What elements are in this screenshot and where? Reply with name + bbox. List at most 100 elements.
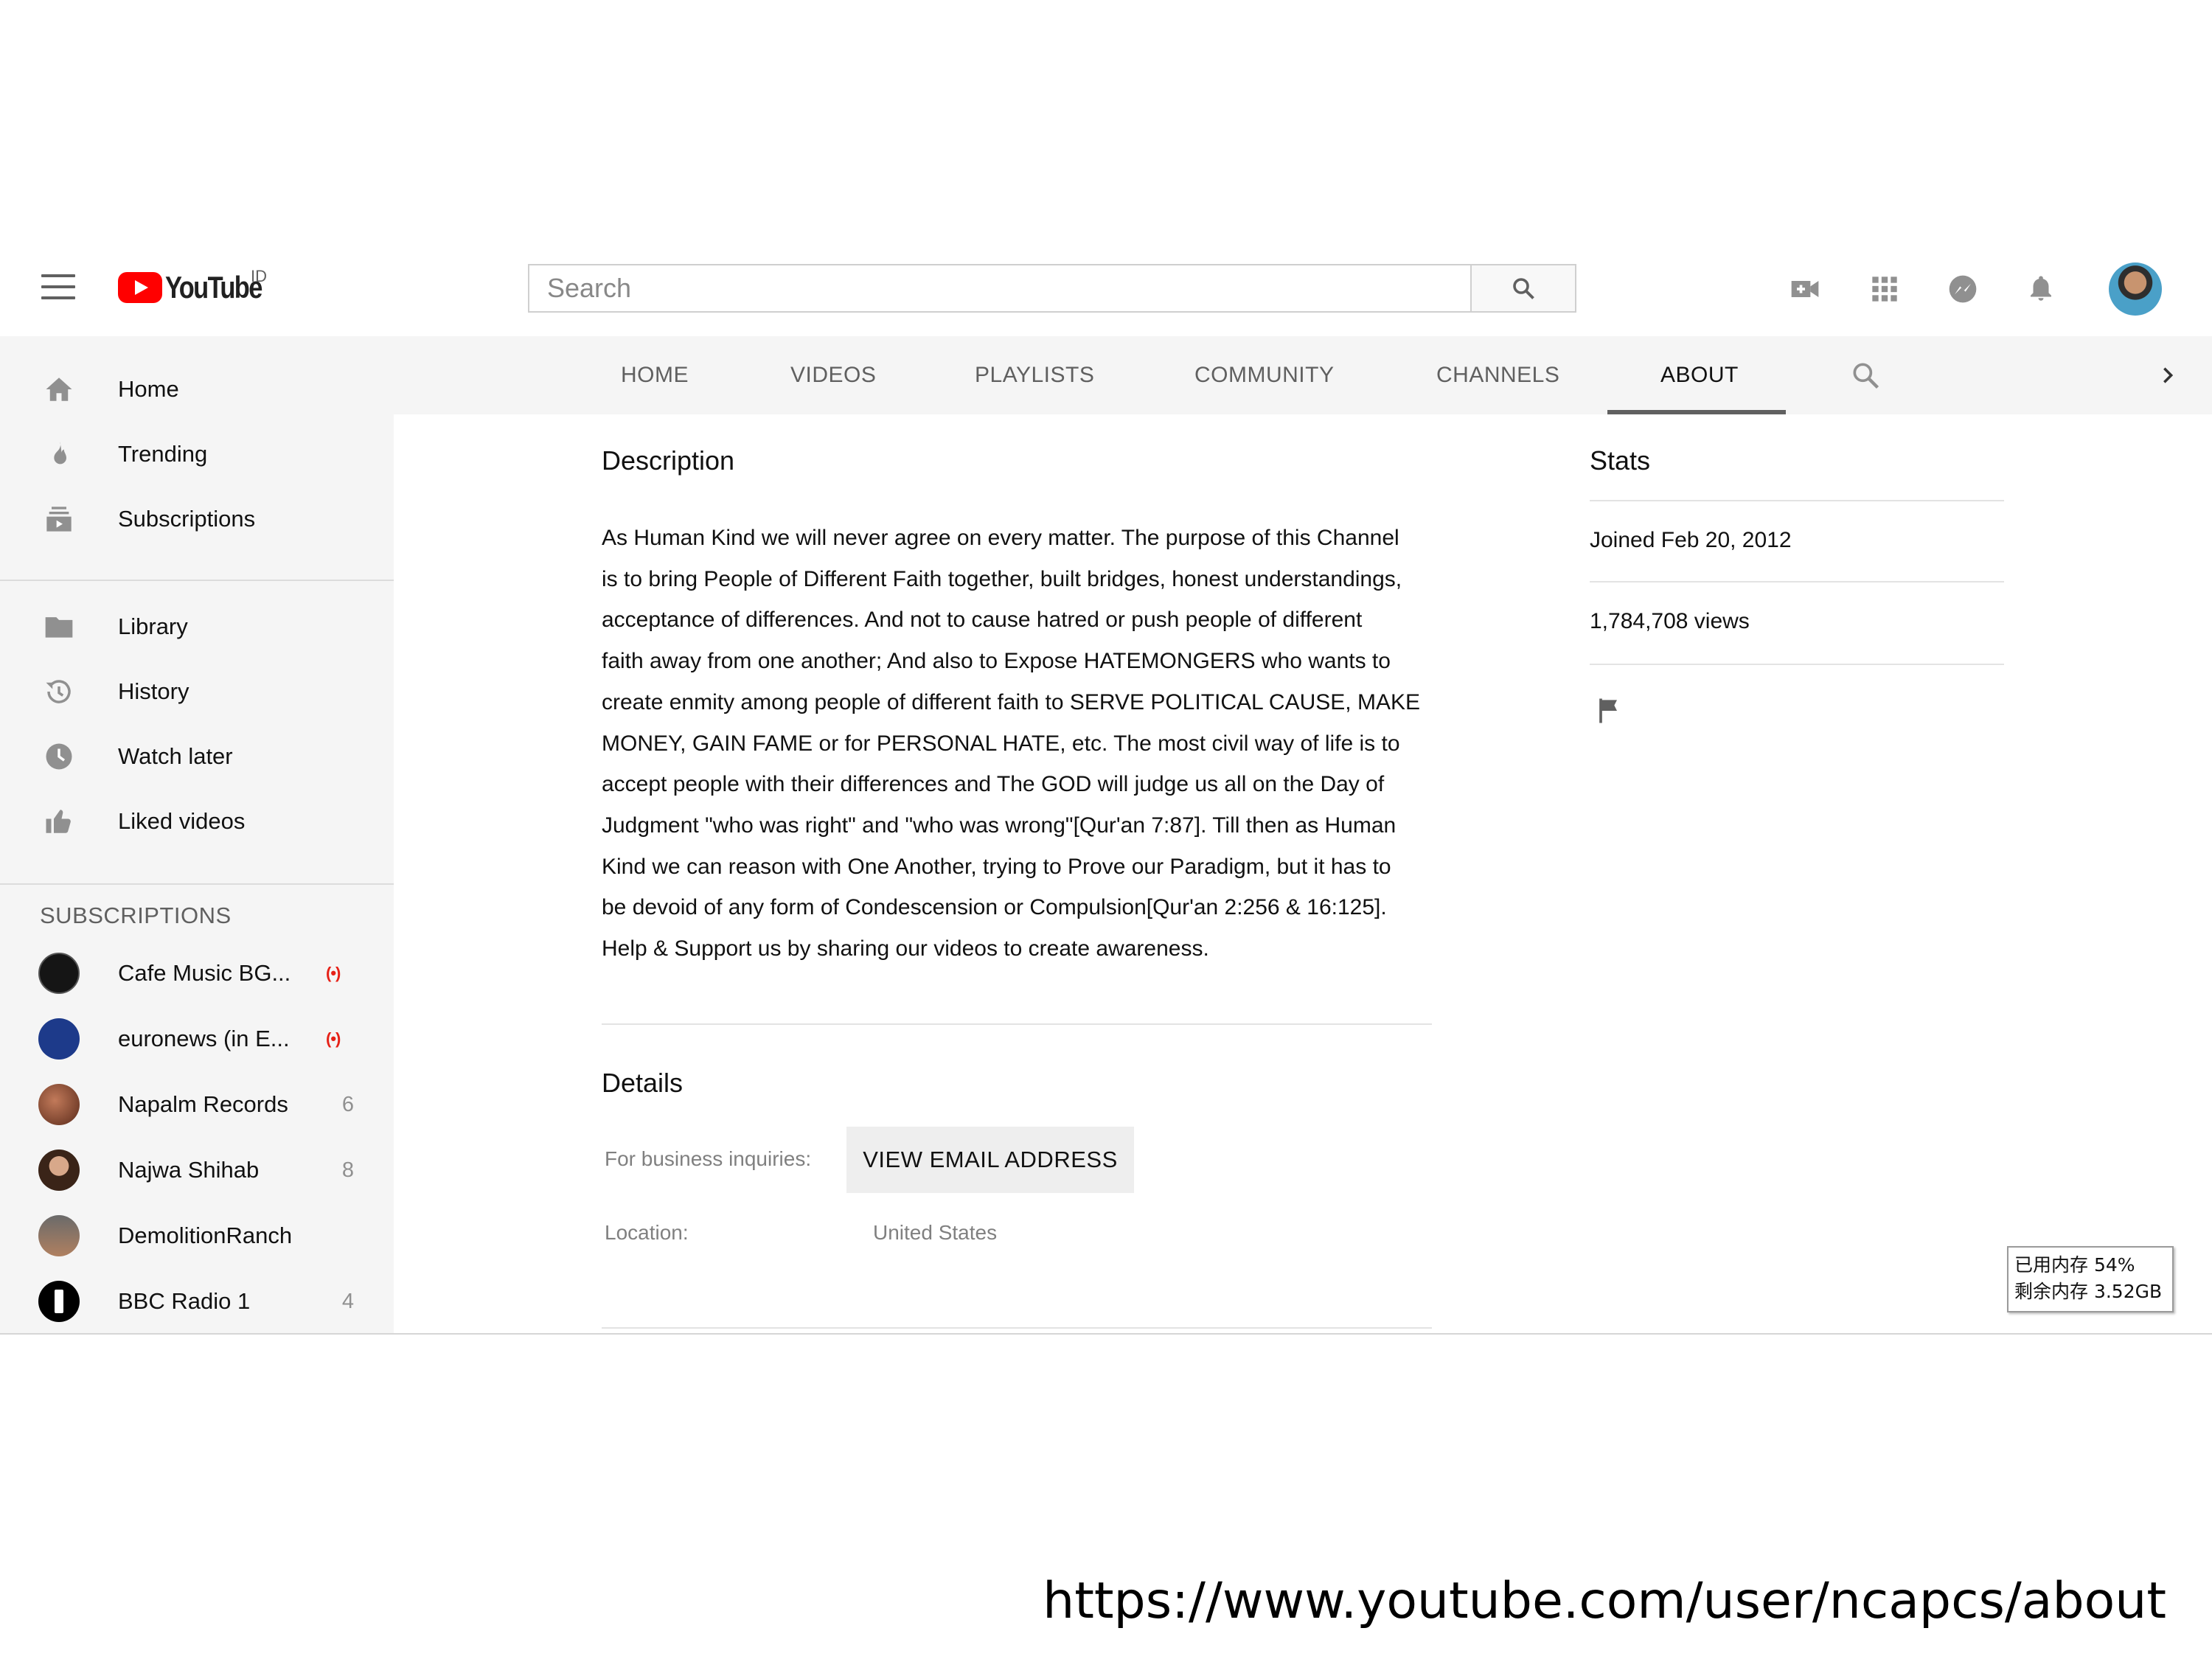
subscriptions-icon bbox=[41, 501, 77, 537]
new-videos-count: 6 bbox=[341, 1092, 354, 1116]
thumbs-up-icon bbox=[41, 804, 77, 839]
clock-icon bbox=[41, 739, 77, 774]
subscription-item[interactable]: BBC Radio 1 4 bbox=[0, 1269, 394, 1333]
sidebar-divider bbox=[0, 883, 394, 885]
sidebar-divider bbox=[0, 580, 394, 581]
search-icon bbox=[1513, 278, 1534, 299]
description-line: As Human Kind we will never agree on eve… bbox=[602, 526, 1399, 550]
youtube-logo[interactable]: YouTube ID bbox=[118, 267, 282, 307]
folder-icon bbox=[41, 609, 77, 644]
section-divider bbox=[602, 1327, 1432, 1329]
subscriptions-heading: SUBSCRIPTIONS bbox=[40, 902, 232, 928]
description-line: is to bring People of Different Faith to… bbox=[602, 566, 1402, 591]
tab-videos[interactable]: VIDEOS bbox=[790, 336, 876, 414]
home-icon bbox=[41, 372, 77, 407]
subscription-label: Napalm Records bbox=[118, 1091, 288, 1117]
description-line: faith away from one another; And also to… bbox=[602, 649, 1391, 674]
tab-playlists[interactable]: PLAYLISTS bbox=[975, 336, 1094, 414]
sidebar-item-watch-later[interactable]: Watch later bbox=[0, 724, 394, 789]
search-input[interactable] bbox=[546, 272, 1433, 305]
sidebar-item-label: Watch later bbox=[118, 743, 233, 769]
channel-description: As Human Kind we will never agree on eve… bbox=[602, 518, 1442, 970]
flame-icon bbox=[41, 437, 77, 472]
description-line: accept people with their differences and… bbox=[602, 772, 1385, 797]
sidebar-item-home[interactable]: Home bbox=[0, 357, 394, 422]
account-avatar[interactable] bbox=[2109, 262, 2162, 316]
sidebar-item-label: Trending bbox=[118, 441, 208, 467]
details-heading: Details bbox=[602, 1068, 684, 1098]
new-videos-count: 8 bbox=[341, 1158, 354, 1182]
apps-icon[interactable] bbox=[1864, 268, 1905, 310]
section-divider bbox=[602, 1023, 1432, 1025]
stats-divider bbox=[1590, 500, 2004, 501]
menu-icon[interactable] bbox=[41, 274, 75, 299]
sidebar-item-subscriptions[interactable]: Subscriptions bbox=[0, 487, 394, 552]
subscription-item[interactable]: Najwa Shihab 8 bbox=[0, 1138, 394, 1203]
sidebar-item-library[interactable]: Library bbox=[0, 594, 394, 659]
masthead: YouTube ID bbox=[0, 237, 2212, 336]
location-label: Location: bbox=[605, 1221, 689, 1244]
sidebar-item-label: Subscriptions bbox=[118, 506, 256, 532]
notifications-icon[interactable] bbox=[2020, 268, 2062, 310]
sidebar-item-label: Liked videos bbox=[118, 808, 246, 834]
logo-text: YouTube bbox=[165, 270, 262, 305]
subscription-label: Cafe Music BG... bbox=[118, 960, 291, 986]
subscription-item[interactable]: euronews (in E... (•) bbox=[0, 1006, 394, 1071]
live-icon: (•) bbox=[326, 964, 341, 982]
tab-channels[interactable]: CHANNELS bbox=[1436, 336, 1559, 414]
view-email-button[interactable]: VIEW EMAIL ADDRESS bbox=[846, 1127, 1134, 1193]
channel-avatar bbox=[38, 953, 80, 994]
tab-about[interactable]: ABOUT bbox=[1660, 336, 1739, 414]
report-flag-icon[interactable] bbox=[1593, 695, 1625, 727]
sidebar-item-label: Library bbox=[118, 613, 188, 639]
memory-used: 已用内存 54% bbox=[2014, 1254, 2135, 1276]
new-videos-count: 4 bbox=[341, 1289, 354, 1313]
description-line: be devoid of any form of Condescension o… bbox=[602, 895, 1387, 920]
youtube-play-icon bbox=[118, 272, 162, 303]
stats-divider bbox=[1590, 664, 2004, 665]
sidebar-item-history[interactable]: History bbox=[0, 659, 394, 724]
live-icon: (•) bbox=[326, 1029, 341, 1048]
description-line: Help & Support us by sharing our videos … bbox=[602, 936, 1209, 961]
subscription-label: Najwa Shihab bbox=[118, 1157, 260, 1183]
memory-usage-widget: 已用内存 54% 剩余内存 3.52GB bbox=[2007, 1246, 2174, 1312]
create-video-icon[interactable] bbox=[1784, 268, 1826, 310]
channel-avatar bbox=[38, 1150, 80, 1191]
search-button[interactable] bbox=[1470, 264, 1576, 313]
location-value: United States bbox=[873, 1221, 998, 1244]
subscription-label: DemolitionRanch bbox=[118, 1222, 293, 1248]
tab-home[interactable]: HOME bbox=[621, 336, 689, 414]
stats-heading: Stats bbox=[1590, 445, 1651, 476]
search-box bbox=[528, 264, 1470, 313]
description-line: acceptance of differences. And not to ca… bbox=[602, 608, 1363, 633]
sidebar-item-trending[interactable]: Trending bbox=[0, 422, 394, 487]
subscription-label: BBC Radio 1 bbox=[118, 1288, 251, 1314]
channel-search-icon[interactable] bbox=[1843, 336, 1888, 414]
sidebar-item-label: Home bbox=[118, 376, 179, 402]
bbc-radio1-logo bbox=[38, 1281, 80, 1322]
subscription-label: euronews (in E... bbox=[118, 1026, 290, 1051]
subscription-item[interactable]: Napalm Records 6 bbox=[0, 1072, 394, 1137]
active-tab-indicator bbox=[1607, 410, 1786, 414]
channel-avatar bbox=[38, 1084, 80, 1125]
memory-free: 剩余内存 3.52GB bbox=[2014, 1281, 2163, 1302]
description-line: create enmity among people of different … bbox=[602, 689, 1420, 714]
browser-screenshot: YouTube ID Home Trending bbox=[0, 237, 2212, 1335]
sidebar: Home Trending Subscriptions Library Hist… bbox=[0, 336, 394, 1333]
channel-tabs: HOME VIDEOS PLAYLISTS COMMUNITY CHANNELS… bbox=[394, 336, 2212, 414]
sidebar-item-liked-videos[interactable]: Liked videos bbox=[0, 789, 394, 854]
description-line: Kind we can reason with One Another, try… bbox=[602, 854, 1391, 879]
tab-community[interactable]: COMMUNITY bbox=[1194, 336, 1334, 414]
subscription-item[interactable]: DemolitionRanch bbox=[0, 1203, 394, 1268]
description-line: MONEY, GAIN FAME or for PERSONAL HATE, e… bbox=[602, 731, 1400, 756]
country-code: ID bbox=[251, 267, 267, 285]
description-heading: Description bbox=[602, 445, 735, 476]
chevron-right-icon[interactable] bbox=[2153, 336, 2183, 414]
description-line: Judgment "who was right" and "who was wr… bbox=[602, 813, 1397, 838]
subscription-item[interactable]: Cafe Music BG... (•) bbox=[0, 941, 394, 1006]
channel-avatar bbox=[38, 1215, 80, 1256]
messages-icon[interactable] bbox=[1942, 268, 1983, 310]
channel-avatar bbox=[38, 1018, 80, 1060]
history-icon bbox=[41, 674, 77, 709]
caption-url: https://www.youtube.com/user/ncapcs/abou… bbox=[1043, 1572, 2166, 1630]
